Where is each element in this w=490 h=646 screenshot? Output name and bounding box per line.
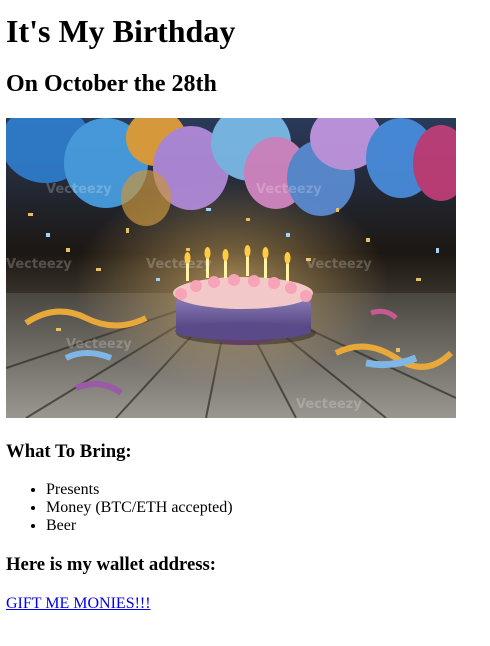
page-title: It's My Birthday: [6, 13, 236, 49]
svg-text:Vecteezy: Vecteezy: [66, 337, 132, 352]
bring-list: Presents Money (BTC/ETH accepted) Beer: [6, 481, 233, 535]
birthday-cake-image: Vecteezy Vecteezy Vecteezy Vecteezy Vect…: [6, 118, 456, 418]
list-item: Presents: [46, 481, 233, 499]
svg-text:Vecteezy: Vecteezy: [46, 182, 112, 197]
what-to-bring-heading: What To Bring:: [6, 441, 132, 462]
svg-text:Vecteezy: Vecteezy: [146, 257, 212, 272]
list-item: Money (BTC/ETH accepted): [46, 499, 233, 517]
svg-text:Vecteezy: Vecteezy: [306, 257, 372, 272]
svg-text:Vecteezy: Vecteezy: [256, 182, 322, 197]
wallet-address-heading: Here is my wallet address:: [6, 554, 217, 575]
gift-me-link[interactable]: GIFT ME MONIES!!!: [6, 595, 151, 613]
svg-text:Vecteezy: Vecteezy: [6, 257, 72, 272]
svg-text:Vecteezy: Vecteezy: [296, 397, 362, 412]
list-item: Beer: [46, 517, 233, 535]
page-subtitle: On October the 28th: [6, 71, 217, 97]
